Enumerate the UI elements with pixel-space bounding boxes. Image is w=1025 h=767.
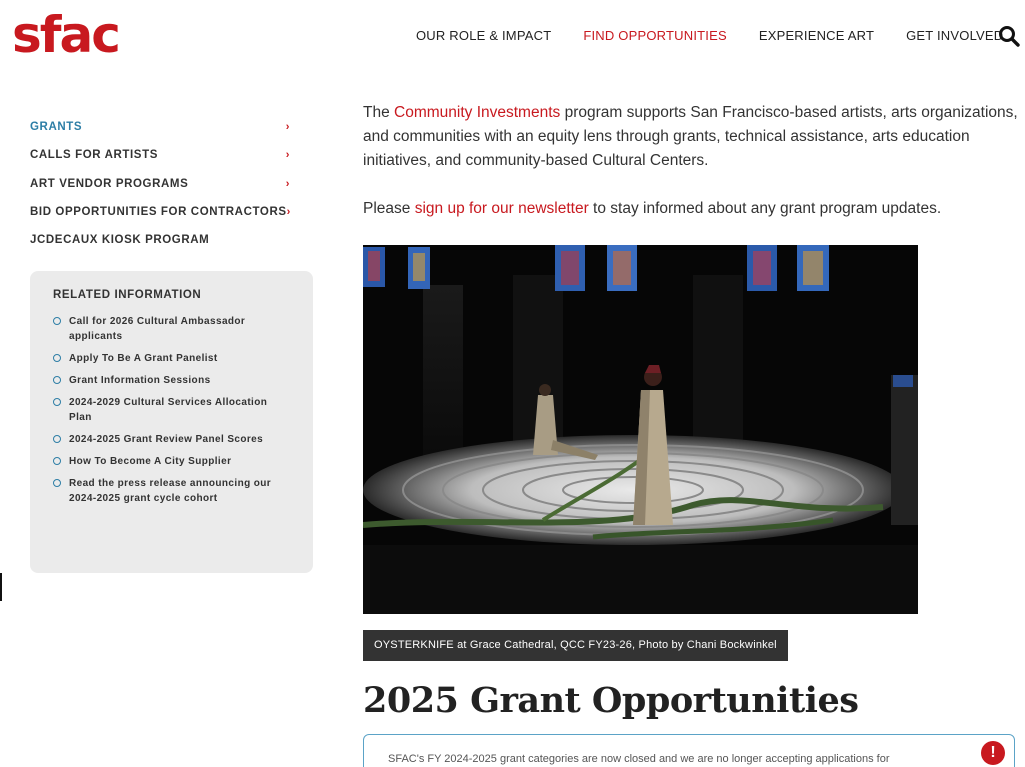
cathedral-photo — [363, 245, 918, 614]
related-link-label: 2024-2025 Grant Review Panel Scores — [69, 434, 264, 445]
section-heading: 2025 Grant Opportunities — [363, 680, 859, 721]
sidebar-item-bid-opportunities[interactable]: BID OPPORTUNITIES FOR CONTRACTORS › — [30, 198, 290, 226]
related-link-label: Apply To Be A Grant Panelist — [69, 353, 218, 364]
sidebar-item-grants[interactable]: GRANTS › — [30, 113, 290, 141]
sidebar-nav: GRANTS › CALLS FOR ARTISTS › ART VENDOR … — [30, 113, 290, 254]
main-content: The Community Investments program suppor… — [363, 101, 1018, 221]
sidebar-item-calls-for-artists[interactable]: CALLS FOR ARTISTS › — [30, 141, 290, 169]
newsletter-text-post: to stay informed about any grant program… — [588, 200, 942, 217]
left-edge-mark — [0, 573, 2, 601]
nav-our-role-impact[interactable]: OUR ROLE & IMPACT — [416, 28, 551, 43]
circle-bullet-icon — [53, 435, 61, 443]
related-link-label: Grant Information Sessions — [69, 375, 211, 386]
related-link-panel-scores[interactable]: 2024-2025 Grant Review Panel Scores — [53, 432, 290, 447]
sidebar-item-label: JCDECAUX KIOSK PROGRAM — [30, 234, 210, 247]
related-link-label: 2024-2029 Cultural Services Allocation P… — [69, 397, 268, 423]
related-link-label: Call for 2026 Cultural Ambassador applic… — [69, 316, 246, 342]
related-link-label: How To Become A City Supplier — [69, 456, 232, 467]
chevron-right-icon: › — [285, 177, 290, 190]
circle-bullet-icon — [53, 479, 61, 487]
sidebar-item-jcdecaux-kiosk[interactable]: JCDECAUX KIOSK PROGRAM — [30, 226, 290, 254]
sidebar-item-label: GRANTS — [30, 121, 83, 134]
nav-experience-art[interactable]: EXPERIENCE ART — [759, 28, 874, 43]
photo-caption: OYSTERKNIFE at Grace Cathedral, QCC FY23… — [363, 630, 788, 661]
related-information-title: RELATED INFORMATION — [53, 289, 202, 301]
circle-bullet-icon — [53, 317, 61, 325]
sidebar-item-label: CALLS FOR ARTISTS — [30, 149, 158, 162]
main-nav: OUR ROLE & IMPACT FIND OPPORTUNITIES EXP… — [400, 28, 1019, 43]
circle-bullet-icon — [53, 376, 61, 384]
sidebar-item-art-vendor-programs[interactable]: ART VENDOR PROGRAMS › — [30, 170, 290, 198]
chevron-right-icon: › — [286, 206, 291, 219]
grant-closed-notice: SFAC's FY 2024-2025 grant categories are… — [363, 734, 1015, 767]
newsletter-paragraph: Please sign up for our newsletter to sta… — [363, 197, 1018, 221]
notice-text: SFAC's FY 2024-2025 grant categories are… — [388, 753, 890, 765]
sfac-logo[interactable]: sfac — [12, 6, 121, 64]
search-icon[interactable] — [997, 24, 1021, 48]
sidebar-item-label: ART VENDOR PROGRAMS — [30, 177, 189, 190]
related-link-label: Read the press release announcing our 20… — [69, 478, 272, 504]
related-link-grant-panelist[interactable]: Apply To Be A Grant Panelist — [53, 351, 290, 366]
intro-text-pre: The — [363, 104, 395, 121]
community-investments-link[interactable]: Community Investments — [394, 104, 560, 121]
circle-bullet-icon — [53, 398, 61, 406]
related-information-box: RELATED INFORMATION Call for 2026 Cultur… — [30, 271, 313, 573]
alert-icon: ! — [981, 741, 1005, 765]
related-link-cultural-ambassador[interactable]: Call for 2026 Cultural Ambassador applic… — [53, 314, 290, 344]
related-link-press-release[interactable]: Read the press release announcing our 20… — [53, 476, 290, 506]
circle-bullet-icon — [53, 354, 61, 362]
intro-paragraph: The Community Investments program suppor… — [363, 101, 1018, 173]
newsletter-signup-link[interactable]: sign up for our newsletter — [415, 200, 589, 217]
related-links-list: Call for 2026 Cultural Ambassador applic… — [53, 314, 290, 506]
chevron-right-icon: › — [285, 121, 290, 134]
sidebar-item-label: BID OPPORTUNITIES FOR CONTRACTORS — [30, 206, 287, 219]
related-link-allocation-plan[interactable]: 2024-2029 Cultural Services Allocation P… — [53, 395, 290, 425]
newsletter-text-pre: Please — [363, 200, 415, 217]
circle-bullet-icon — [53, 457, 61, 465]
nav-get-involved[interactable]: GET INVOLVED — [906, 28, 1003, 43]
related-link-city-supplier[interactable]: How To Become A City Supplier — [53, 454, 290, 469]
related-link-info-sessions[interactable]: Grant Information Sessions — [53, 373, 290, 388]
chevron-right-icon: › — [285, 149, 290, 162]
nav-find-opportunities[interactable]: FIND OPPORTUNITIES — [583, 28, 726, 43]
